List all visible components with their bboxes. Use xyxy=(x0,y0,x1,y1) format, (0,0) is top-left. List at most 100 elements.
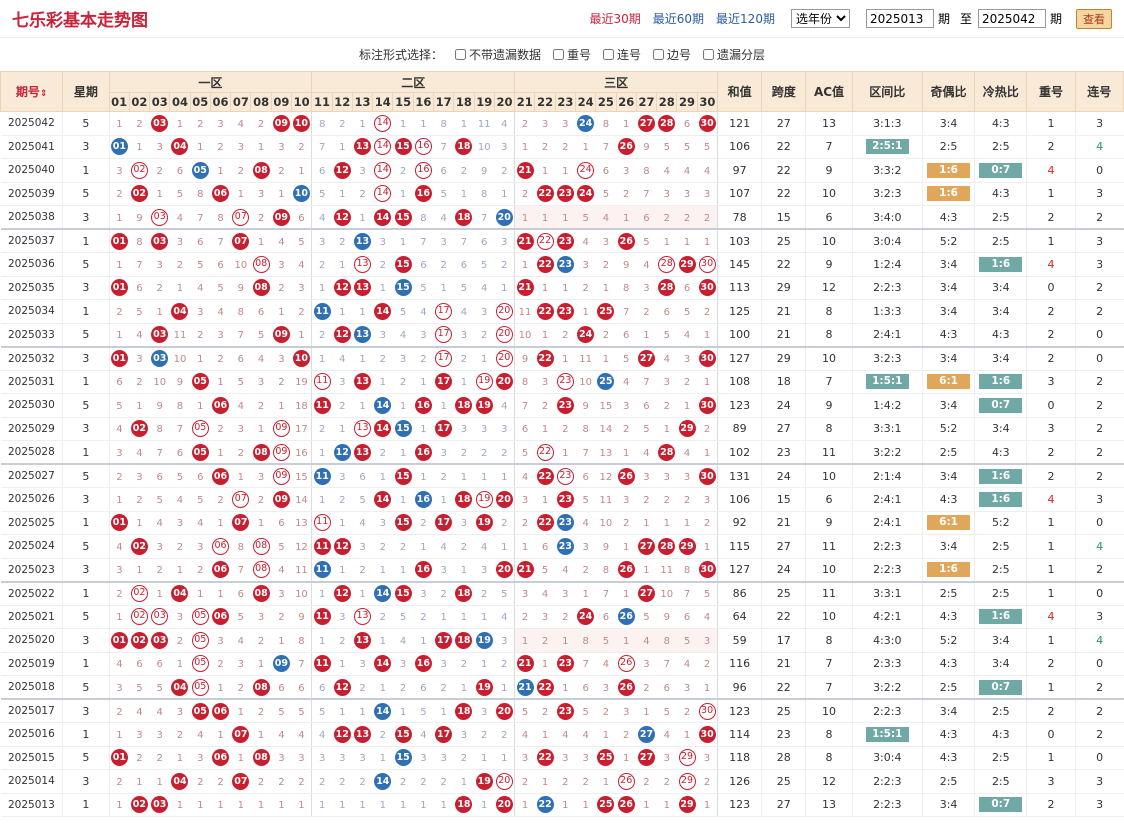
col-repeat: 重号 xyxy=(1026,71,1076,112)
number-cell: 6 xyxy=(311,675,333,700)
missing-count: 4 xyxy=(582,729,589,741)
sum-cell: 86 xyxy=(716,580,762,606)
number-cell: 2 xyxy=(169,252,191,277)
checkbox-no-missing[interactable] xyxy=(454,49,466,60)
missing-count: 2 xyxy=(197,330,204,341)
col-qihao[interactable]: 期号⇕ xyxy=(0,71,64,112)
number-header: 08 xyxy=(250,92,272,112)
number-cell: 2 xyxy=(656,769,677,794)
missing-count: 9 xyxy=(136,212,143,224)
drawn-ball: 28 xyxy=(658,114,676,132)
number-cell: 02 xyxy=(129,628,150,653)
number-cell: 05 xyxy=(190,417,211,441)
number-cell: 23 xyxy=(555,463,576,488)
missing-count: 5 xyxy=(521,706,529,718)
consec-cell: 0 xyxy=(1074,345,1124,371)
checkbox-missing-layer[interactable] xyxy=(703,49,715,60)
missing-count: 5 xyxy=(541,565,549,576)
missing-count: 3 xyxy=(501,236,508,248)
number-cell: 2 xyxy=(372,440,393,465)
span-cell: 22 xyxy=(761,605,806,629)
number-header: 26 xyxy=(615,92,637,112)
number-cell: 02 xyxy=(129,417,150,441)
missing-count: 6 xyxy=(217,259,224,271)
missing-count: 9 xyxy=(663,612,670,624)
missing-count: 5 xyxy=(197,259,204,271)
query-button[interactable]: 查看 xyxy=(1076,8,1112,29)
checkbox-consecutive[interactable] xyxy=(603,49,614,60)
missing-count: 6 xyxy=(156,659,163,671)
drawn-ball: 18 xyxy=(455,702,473,720)
number-cell: 18 xyxy=(291,393,313,418)
zone-ratio-cell: 2:4:1 xyxy=(851,323,923,347)
number-cell: 7 xyxy=(169,417,191,441)
year-select[interactable]: 选年份 xyxy=(790,9,850,28)
link-recent-120[interactable]: 最近120期 xyxy=(716,10,775,27)
option-consecutive[interactable]: 连号 xyxy=(603,46,641,63)
number-cell: 4 xyxy=(453,299,475,324)
from-period-input[interactable] xyxy=(865,9,934,28)
drawn-ball: 27 xyxy=(637,114,655,132)
missing-count: 7 xyxy=(602,589,610,600)
special-ball: 09 xyxy=(272,655,290,673)
drawn-ball: 24 xyxy=(577,326,595,343)
number-cell: 1 xyxy=(129,511,150,535)
missing-count: 1 xyxy=(602,354,610,365)
missing-count: 9 xyxy=(176,377,184,389)
number-header: 22 xyxy=(534,92,556,112)
number-cell: 3 xyxy=(271,580,292,606)
drawn-ball: 18 xyxy=(455,796,473,814)
odd-even-cell: 4:3 xyxy=(921,652,975,676)
missing-count: 3 xyxy=(116,447,123,459)
drawn-ball: 23 xyxy=(556,232,574,250)
missing-count: 6 xyxy=(197,236,204,248)
missing-count: 5 xyxy=(481,259,488,271)
drawn-ball: 22 xyxy=(536,514,554,532)
number-cell: 3 xyxy=(352,158,373,183)
missing-count: 9 xyxy=(623,259,630,271)
number-cell: 7 xyxy=(656,652,677,676)
number-cell: 10 xyxy=(149,370,170,394)
missing-count: 2 xyxy=(319,424,326,436)
link-recent-30[interactable]: 最近30期 xyxy=(589,10,640,27)
checkbox-repeat[interactable] xyxy=(552,49,564,60)
number-cell: 8 xyxy=(575,628,596,653)
number-cell: 7 xyxy=(595,135,617,159)
sum-cell: 123 xyxy=(716,698,762,723)
option-missing-layer[interactable]: 遗漏分层 xyxy=(703,46,765,63)
number-cell: 1 xyxy=(534,276,556,300)
missing-count: 2 xyxy=(562,424,569,436)
number-cell: 1 xyxy=(372,793,393,817)
table-row: 2025030 5 5 1 9 8 1 06 4 2 1 18 11 2 1 14 1 16 1 18 19 4 7 2 23 9… xyxy=(0,393,1124,418)
number-cell: 3 xyxy=(656,746,677,770)
missing-count: 1 xyxy=(703,447,711,459)
option-no-missing[interactable]: 不带遗漏数据 xyxy=(454,46,541,63)
number-cell: 7 xyxy=(129,252,150,277)
number-cell: 2 xyxy=(352,769,373,794)
number-cell: 1 xyxy=(230,793,251,817)
zone-ratio-cell: 2:2:3 xyxy=(851,558,923,582)
link-recent-60[interactable]: 最近60期 xyxy=(653,10,704,27)
sum-cell: 100 xyxy=(716,323,762,347)
missing-count: 4 xyxy=(582,518,589,530)
number-cell: 4 xyxy=(474,276,495,300)
missing-count: 2 xyxy=(298,776,305,788)
to-period-input[interactable] xyxy=(977,9,1046,28)
number-cell: 2 xyxy=(230,675,251,700)
option-edge[interactable]: 边号 xyxy=(653,46,691,63)
missing-count: 4 xyxy=(562,729,569,741)
checkbox-edge[interactable] xyxy=(653,49,665,60)
number-cell: 1 xyxy=(372,746,393,770)
number-cell: 07 xyxy=(230,511,251,535)
number-cell: 3 xyxy=(129,722,150,747)
missing-count: 1 xyxy=(663,518,670,530)
option-repeat[interactable]: 重号 xyxy=(552,46,591,63)
missing-count: 2 xyxy=(440,259,447,271)
missing-count: 2 xyxy=(278,283,285,295)
missing-count: 5 xyxy=(319,706,326,718)
number-cell: 01 xyxy=(109,345,130,371)
repeat-cell: 0 xyxy=(1026,276,1076,300)
hot-cold-cell: 1:6 xyxy=(974,605,1027,629)
missing-count: 2 xyxy=(379,541,386,553)
number-cell: 18 xyxy=(453,205,475,230)
